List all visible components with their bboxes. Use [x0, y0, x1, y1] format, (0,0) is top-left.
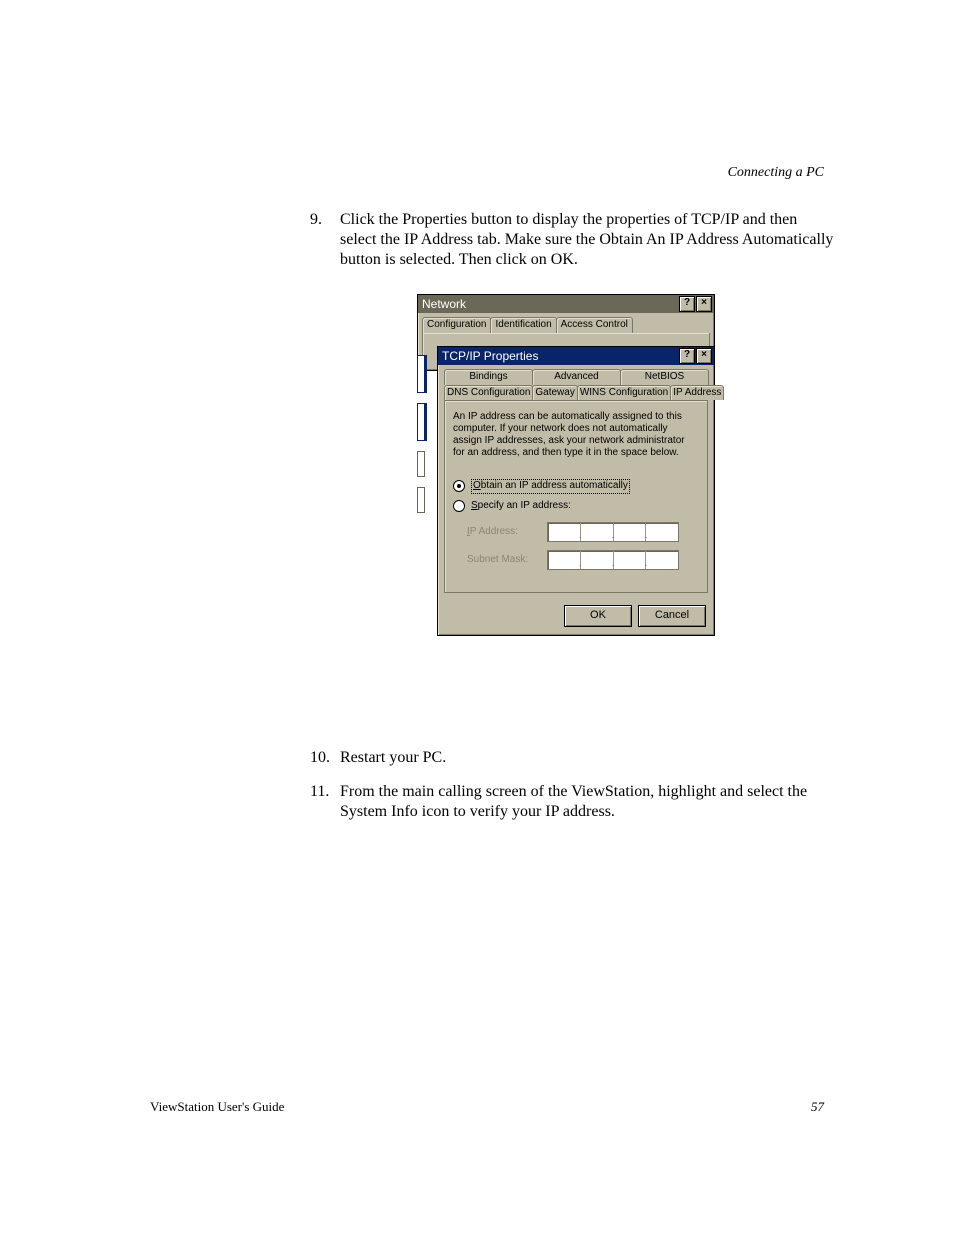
step-9: 9. Click the Properties button to displa…: [310, 210, 834, 270]
step-11-number: 11.: [310, 782, 340, 822]
list-peek: [417, 355, 425, 595]
ip-address-description: An IP address can be automatically assig…: [453, 411, 699, 459]
running-header: Connecting a PC: [728, 165, 824, 181]
step-10-number: 10.: [310, 748, 340, 768]
ip-address-field-row: IP Address:: [467, 522, 699, 542]
ip-address-label: IP Address:: [467, 526, 539, 539]
network-titlebar[interactable]: Network ? ×: [418, 295, 714, 313]
tab-bindings[interactable]: Bindings: [444, 369, 533, 385]
radio-obtain-label: Obtain an IP address automatically: [471, 479, 630, 494]
tcpip-titlebar[interactable]: TCP/IP Properties ? ×: [438, 347, 714, 365]
tcpip-title: TCP/IP Properties: [442, 349, 538, 364]
network-title: Network: [422, 297, 466, 312]
help-icon[interactable]: ?: [679, 348, 695, 364]
ip-address-input[interactable]: [547, 522, 679, 542]
ip-address-panel: An IP address can be automatically assig…: [444, 400, 708, 593]
tcpip-properties-dialog: TCP/IP Properties ? × Bindings Advanced …: [437, 346, 715, 636]
network-tabs: Configuration Identification Access Cont…: [418, 313, 714, 333]
tab-dns-configuration[interactable]: DNS Configuration: [444, 385, 533, 401]
ok-button[interactable]: OK: [564, 605, 632, 627]
subnet-mask-field-row: Subnet Mask:: [467, 550, 699, 570]
tab-configuration[interactable]: Configuration: [422, 317, 491, 333]
tab-access-control[interactable]: Access Control: [556, 317, 633, 333]
cancel-button[interactable]: Cancel: [638, 605, 706, 627]
radio-obtain-auto[interactable]: Obtain an IP address automatically: [453, 479, 699, 494]
radio-specify-label: Specify an IP address:: [471, 500, 571, 513]
radio-specify[interactable]: Specify an IP address:: [453, 500, 699, 513]
tab-identification[interactable]: Identification: [490, 317, 556, 333]
radio-icon: [453, 480, 465, 492]
figure-tcpip-dialogs: Network ? × Configuration Identification…: [310, 294, 834, 724]
page-footer: ViewStation User's Guide 57: [150, 1099, 824, 1115]
subnet-mask-label: Subnet Mask:: [467, 554, 539, 567]
tab-advanced[interactable]: Advanced: [532, 369, 621, 385]
close-icon[interactable]: ×: [696, 348, 712, 364]
step-10: 10. Restart your PC.: [310, 748, 834, 768]
tab-wins-configuration[interactable]: WINS Configuration: [577, 385, 671, 401]
footer-page-number: 57: [811, 1099, 824, 1115]
step-9-number: 9.: [310, 210, 340, 270]
close-icon[interactable]: ×: [696, 296, 712, 312]
tab-gateway[interactable]: Gateway: [532, 385, 577, 401]
tcpip-tabs: Bindings Advanced NetBIOS DNS Configurat…: [438, 365, 714, 400]
step-11-text: From the main calling screen of the View…: [340, 782, 834, 822]
tab-ip-address[interactable]: IP Address: [670, 385, 724, 401]
footer-title: ViewStation User's Guide: [150, 1099, 284, 1115]
help-icon[interactable]: ?: [679, 296, 695, 312]
step-10-text: Restart your PC.: [340, 748, 834, 768]
subnet-mask-input[interactable]: [547, 550, 679, 570]
step-11: 11. From the main calling screen of the …: [310, 782, 834, 822]
step-9-text: Click the Properties button to display t…: [340, 210, 834, 270]
tab-netbios[interactable]: NetBIOS: [620, 369, 709, 385]
radio-icon: [453, 500, 465, 512]
